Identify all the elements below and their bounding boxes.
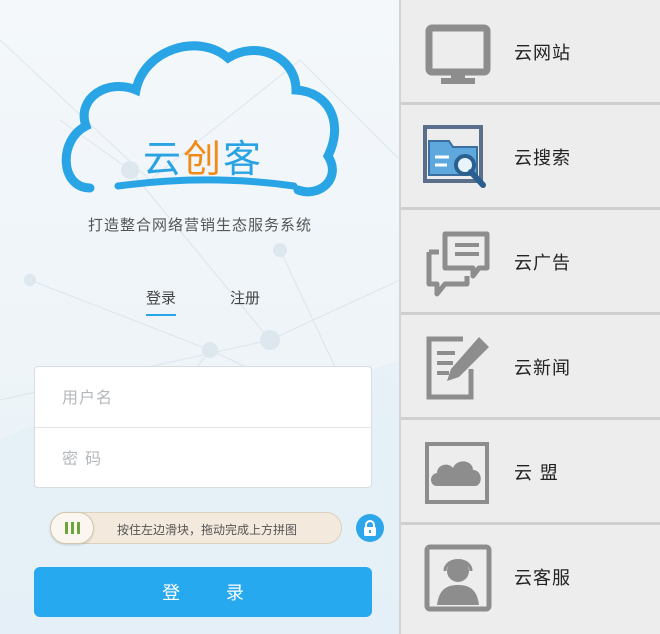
menu-item-label: 云客服 xyxy=(514,568,571,589)
menu-item-alliance[interactable]: 云 盟 xyxy=(401,420,660,525)
service-menu: 云网站 云搜索 云广告 云新闻 云 盟 云客服 xyxy=(399,0,660,634)
logo-char: 云 xyxy=(142,137,183,181)
slogan: 打造整合网络营销生态服务系统 xyxy=(87,216,312,234)
menu-item-search[interactable]: 云搜索 xyxy=(401,105,660,210)
cloud-icon xyxy=(425,442,489,504)
password-input[interactable] xyxy=(62,448,342,468)
lock-icon xyxy=(356,514,384,542)
menu-item-website[interactable]: 云网站 xyxy=(401,0,660,105)
monitor-icon xyxy=(425,24,491,84)
menu-item-label: 云搜索 xyxy=(514,148,571,169)
menu-item-support[interactable]: 云客服 xyxy=(401,525,660,634)
logo-text: 云创客 xyxy=(58,128,348,188)
auth-tabs: 登录 注册 xyxy=(0,287,400,317)
logo: 云创客 xyxy=(58,28,348,198)
logo-char-accent: 创 xyxy=(182,137,223,181)
menu-item-label: 云新闻 xyxy=(514,358,571,379)
tab-register[interactable]: 注册 xyxy=(230,287,260,314)
captcha-slider: 按住左边滑块，拖动完成上方拼图 xyxy=(50,512,342,544)
password-row xyxy=(35,427,371,488)
edit-document-icon xyxy=(426,336,489,400)
logo-char: 客 xyxy=(223,137,264,181)
folder-search-icon xyxy=(423,125,486,188)
menu-item-news[interactable]: 云新闻 xyxy=(401,315,660,420)
slider-instruction: 按住左边滑块，拖动完成上方拼图 xyxy=(117,523,298,537)
chat-bubbles-icon xyxy=(426,231,490,297)
menu-item-label: 云广告 xyxy=(514,253,571,274)
menu-item-label: 云 盟 xyxy=(514,463,559,484)
login-panel: 云创客 打造整合网络营销生态服务系统 登录 注册 按住左边滑块，拖动完成上方拼图… xyxy=(0,0,400,634)
menu-item-ads[interactable]: 云广告 xyxy=(401,210,660,315)
slider-handle[interactable] xyxy=(50,512,94,544)
customer-service-icon xyxy=(424,544,492,612)
tab-login[interactable]: 登录 xyxy=(146,287,177,316)
grip-icon xyxy=(64,522,68,534)
menu-item-label: 云网站 xyxy=(514,43,571,64)
username-row xyxy=(35,367,371,427)
login-button[interactable]: 登 录 xyxy=(34,567,372,617)
username-input[interactable] xyxy=(62,387,342,407)
login-form xyxy=(34,366,372,488)
